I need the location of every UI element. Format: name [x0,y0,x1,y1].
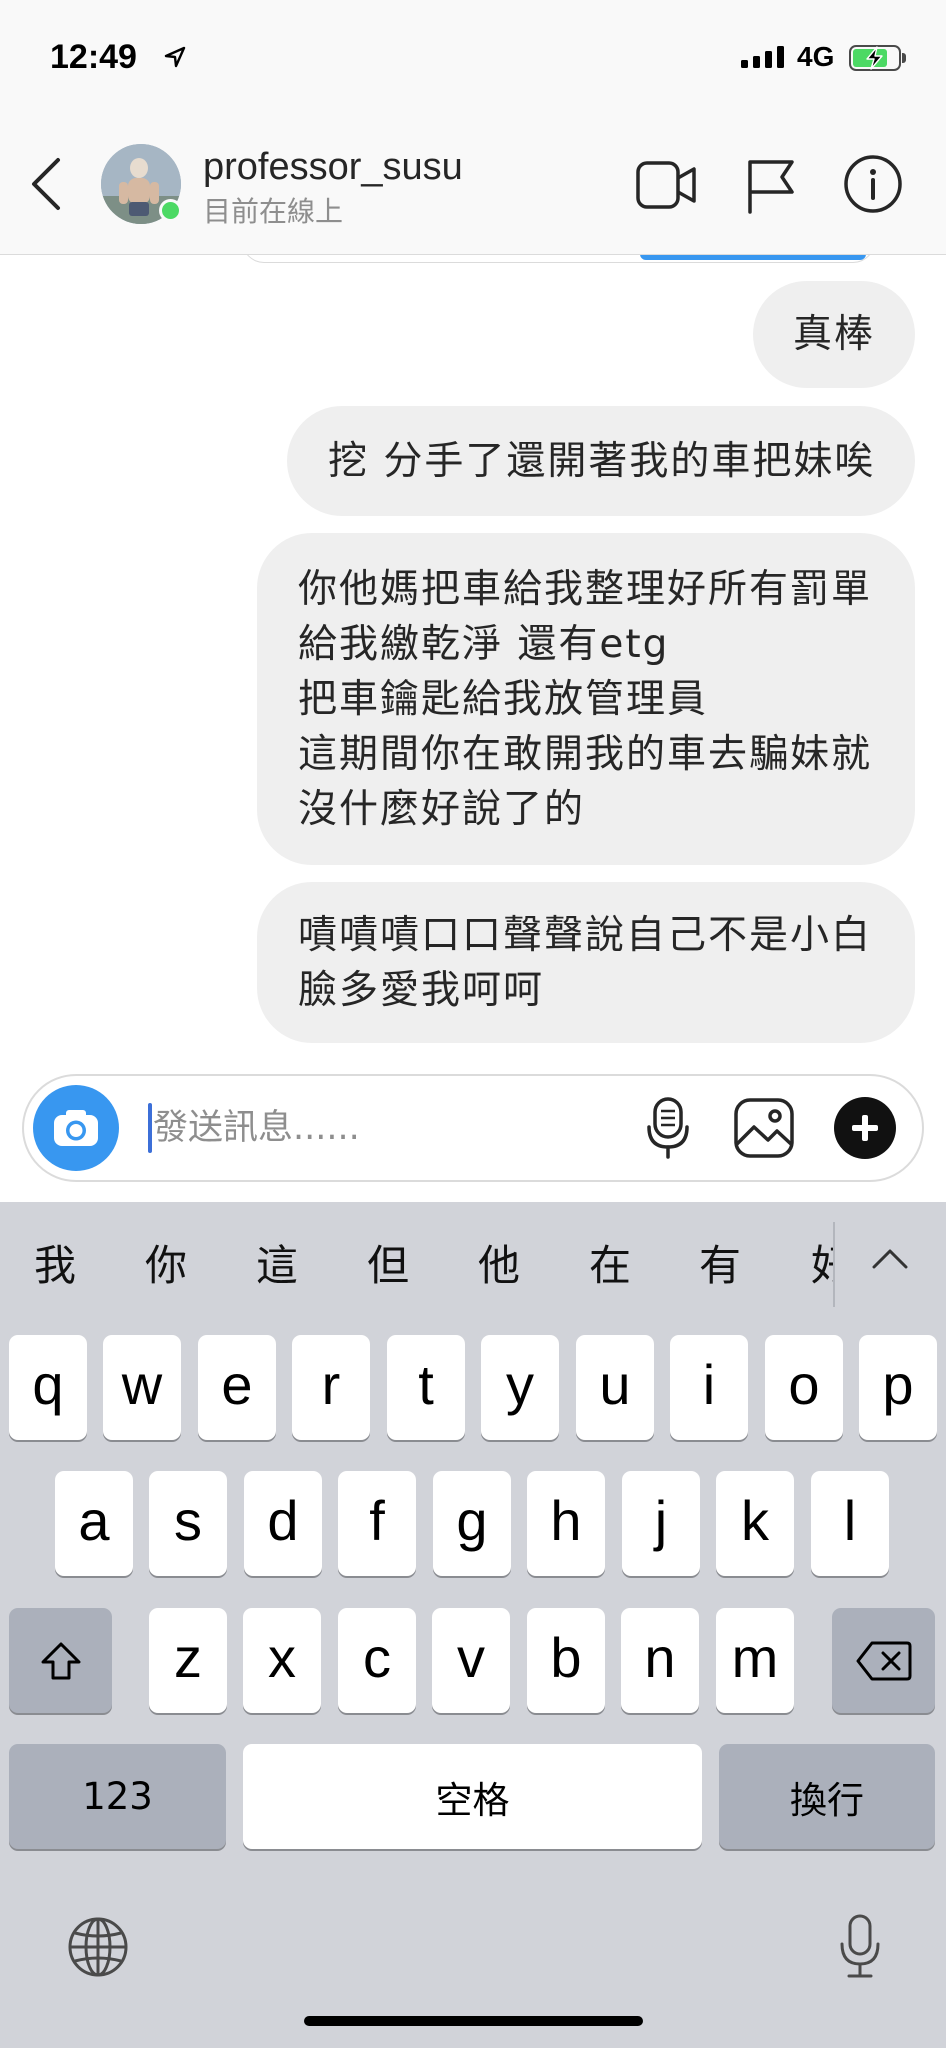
key-d[interactable]: d [244,1471,322,1576]
key-v[interactable]: v [432,1608,510,1713]
key-m[interactable]: m [716,1608,794,1713]
key-l[interactable]: l [811,1471,889,1576]
location-arrow-icon [164,46,186,68]
online-indicator [159,199,182,222]
chat-header: 12:49 4G professor_susu 目前在線上 [0,0,946,255]
delete-icon [856,1641,911,1680]
chat-username[interactable]: professor_susu [203,146,463,188]
plus-icon[interactable] [834,1097,896,1159]
message-text: 真棒 [792,312,875,357]
message-text-line: 沒什麼好說了的 [298,786,586,832]
shift-icon [41,1642,80,1679]
message-input[interactable] [153,1104,623,1152]
space-key[interactable]: 空格 [243,1744,702,1849]
camera-button[interactable] [33,1085,119,1171]
microphone-icon[interactable] [646,1097,690,1159]
message-text-line: 嘖嘖嘖口口聲聲說自己不是小白 [298,912,873,958]
flag-icon[interactable] [746,158,796,214]
delete-key[interactable] [832,1608,935,1713]
online-status-text: 目前在線上 [203,196,344,227]
message-text-line: 把車鑰匙給我放管理員 [298,676,709,722]
key-g[interactable]: g [433,1471,511,1576]
key-p[interactable]: p [859,1335,937,1440]
key-q[interactable]: q [9,1335,87,1440]
network-type: 4G [797,41,835,72]
key-i[interactable]: i [670,1335,748,1440]
camera-icon [54,1110,98,1146]
signal-bars-icon [741,46,784,68]
globe-icon[interactable] [66,1915,130,1979]
key-c[interactable]: c [338,1608,416,1713]
message-text-line: 臉多愛我呵呵 [298,967,545,1013]
key-x[interactable]: x [243,1608,321,1713]
key-h[interactable]: h [527,1471,605,1576]
key-j[interactable]: j [622,1471,700,1576]
key-r[interactable]: r [292,1335,370,1440]
suggestion-item[interactable]: 他 [476,1243,522,1289]
suggestion-item[interactable]: 我 [32,1243,78,1289]
shift-key[interactable] [9,1608,112,1713]
charging-bolt-icon [866,46,883,70]
key-b[interactable]: b [527,1608,605,1713]
key-s[interactable]: s [149,1471,227,1576]
dictation-icon[interactable] [838,1914,882,1980]
message-text-line: 你他媽把車給我整理好所有罰單 [298,566,873,612]
key-z[interactable]: z [149,1608,227,1713]
home-indicator[interactable] [304,2016,643,2026]
suggestion-item[interactable]: 在 [587,1243,633,1289]
key-n[interactable]: n [621,1608,699,1713]
suggestion-item[interactable]: 但 [365,1243,411,1289]
suggestion-item[interactable]: 有 [697,1243,743,1289]
numbers-key[interactable]: 123 [9,1744,226,1849]
key-e[interactable]: e [198,1335,276,1440]
info-icon[interactable] [843,154,903,214]
key-f[interactable]: f [338,1471,416,1576]
suggestion-item[interactable]: 你 [143,1243,189,1289]
suggestion-item[interactable]: 好 [809,1243,834,1289]
collapse-chevron-icon[interactable] [870,1247,910,1271]
message-text-line: 給我繳乾淨 還有etg [298,621,670,667]
image-icon[interactable] [733,1097,795,1159]
key-o[interactable]: o [765,1335,843,1440]
back-chevron-icon[interactable] [28,156,64,212]
key-k[interactable]: k [716,1471,794,1576]
message-text: 挖 分手了還開著我的車把妹唉 [328,438,876,484]
suggestion-separator [833,1222,835,1307]
message-bubble[interactable]: 嘖嘖嘖口口聲聲說自己不是小白 臉多愛我呵呵 [257,882,915,1043]
key-y[interactable]: y [481,1335,559,1440]
key-t[interactable]: t [387,1335,465,1440]
battery-nub [902,53,906,63]
suggestion-bar: 我 你 這 但 他 在 有 好 [0,1202,834,1320]
video-call-icon[interactable] [636,161,698,209]
message-bubble[interactable]: 真棒 [753,281,915,388]
key-w[interactable]: w [103,1335,181,1440]
message-bubble[interactable]: 挖 分手了還開著我的車把妹唉 [287,406,915,516]
status-time: 12:49 [50,38,137,76]
key-a[interactable]: a [55,1471,133,1576]
suggestion-item[interactable]: 這 [254,1243,300,1289]
return-key[interactable]: 換行 [719,1744,935,1849]
text-cursor [148,1103,152,1153]
message-bubble[interactable]: 你他媽把車給我整理好所有罰單 給我繳乾淨 還有etg 把車鑰匙給我放管理員 這期… [257,533,915,865]
message-text-line: 這期間你在敢開我的車去騙妹就 [298,731,873,777]
key-u[interactable]: u [576,1335,654,1440]
